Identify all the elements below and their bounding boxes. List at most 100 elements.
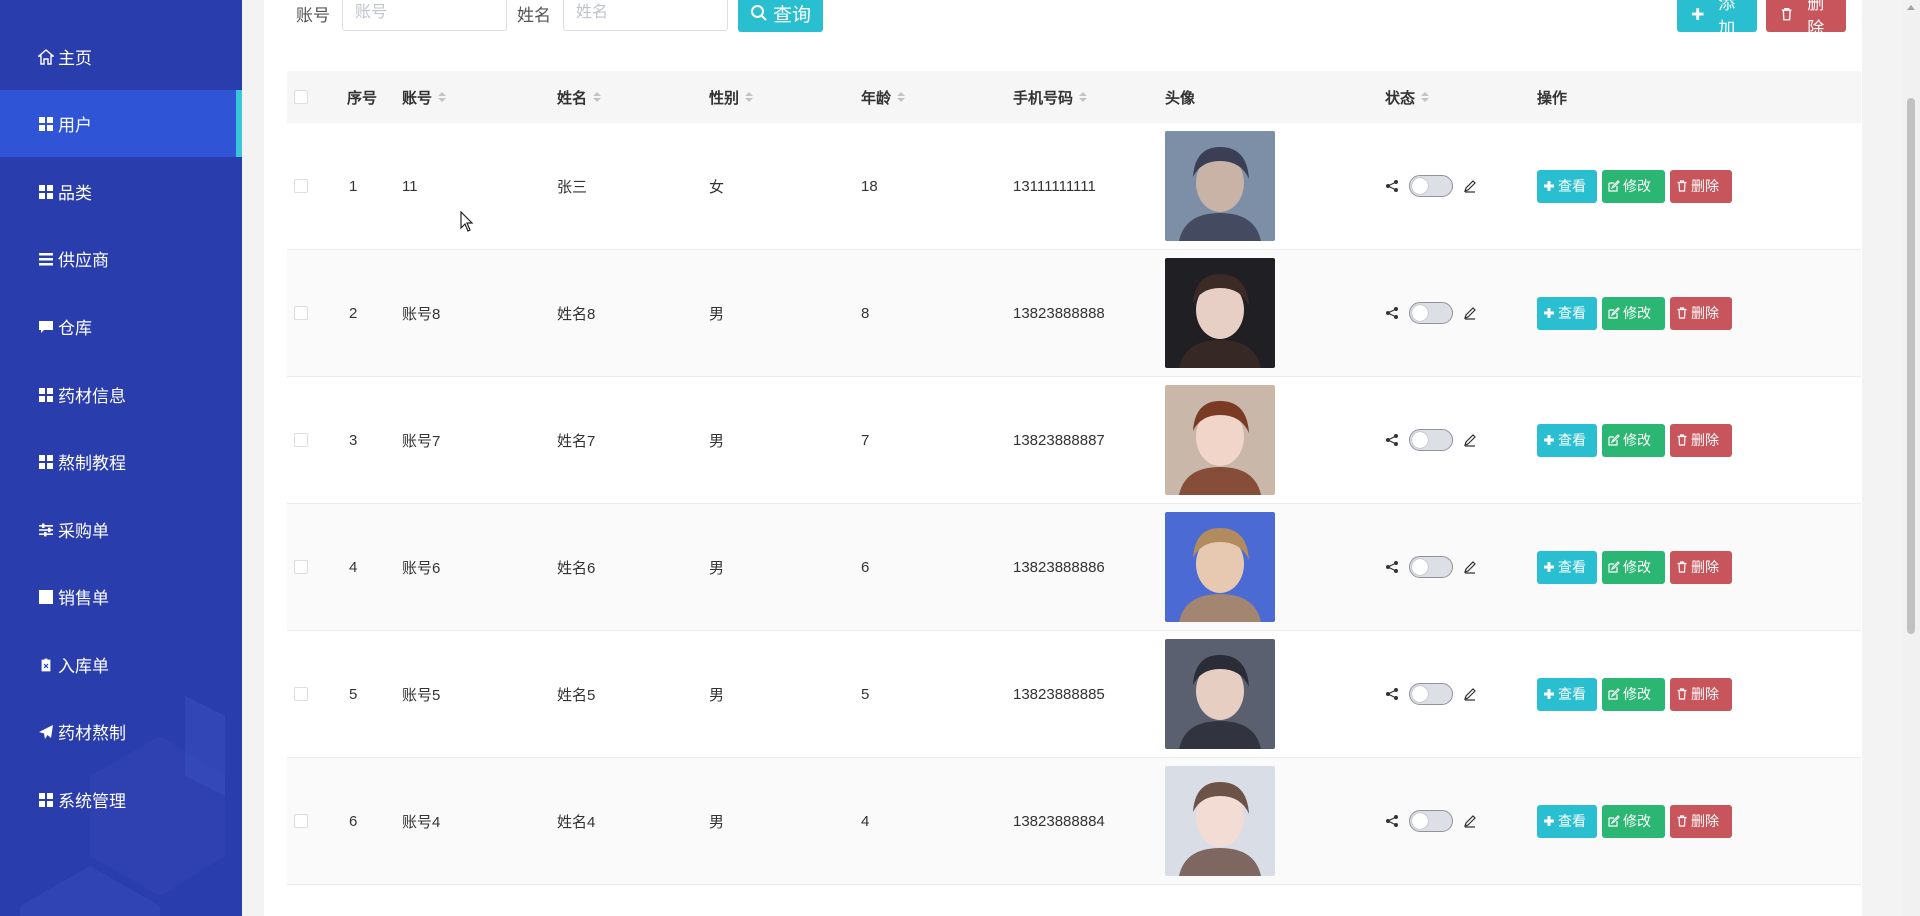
select-all-checkbox[interactable] bbox=[294, 90, 308, 104]
cell-age: 6 bbox=[861, 504, 869, 630]
avatar[interactable] bbox=[1165, 131, 1275, 241]
pencil-icon[interactable] bbox=[1463, 814, 1477, 828]
status-toggle[interactable] bbox=[1409, 556, 1453, 578]
header-avatar-label: 头像 bbox=[1165, 89, 1196, 107]
sidebar-item-sales-order[interactable]: 销售单 bbox=[0, 563, 242, 630]
header-phone[interactable]: 手机号码 bbox=[1013, 71, 1088, 123]
sidebar-item-decoction[interactable]: 药材熬制 bbox=[0, 698, 242, 765]
scroll-up-arrow-icon[interactable] bbox=[1907, 5, 1915, 10]
name-value: 姓名7 bbox=[557, 432, 596, 450]
share-icon[interactable] bbox=[1385, 433, 1399, 447]
header-gender[interactable]: 性别 bbox=[709, 71, 754, 123]
header-account[interactable]: 账号 bbox=[402, 71, 447, 123]
pencil-icon[interactable] bbox=[1463, 687, 1477, 701]
page-scrollbar[interactable] bbox=[1902, 0, 1920, 916]
cell-age: 5 bbox=[861, 631, 869, 757]
sidebar-item-category[interactable]: 品类 bbox=[0, 158, 242, 225]
edit-button[interactable]: 修改 bbox=[1602, 169, 1665, 203]
share-icon[interactable] bbox=[1385, 814, 1399, 828]
edit-icon bbox=[1608, 180, 1620, 192]
row-delete-button[interactable]: 删除 bbox=[1670, 804, 1732, 838]
row-checkbox[interactable] bbox=[294, 687, 308, 701]
view-button[interactable]: 查看 bbox=[1537, 296, 1597, 330]
row-checkbox[interactable] bbox=[294, 560, 308, 574]
view-button[interactable]: 查看 bbox=[1537, 804, 1597, 838]
status-toggle[interactable] bbox=[1409, 683, 1453, 705]
view-button[interactable]: 查看 bbox=[1537, 169, 1597, 203]
sidebar-item-supplier[interactable]: 供应商 bbox=[0, 225, 242, 292]
account-search-input[interactable] bbox=[342, 0, 507, 31]
age-value: 4 bbox=[861, 812, 870, 830]
header-account-label: 账号 bbox=[402, 89, 433, 107]
phone-value: 13823888887 bbox=[1013, 431, 1105, 449]
pencil-icon[interactable] bbox=[1463, 560, 1477, 574]
scrollbar-thumb[interactable] bbox=[1907, 98, 1915, 634]
name-search-input[interactable] bbox=[563, 0, 728, 31]
sidebar-item-tutorial[interactable]: 熬制教程 bbox=[0, 428, 242, 495]
status-toggle[interactable] bbox=[1409, 429, 1453, 451]
sidebar-item-label: 系统管理 bbox=[58, 792, 126, 811]
edit-button[interactable]: 修改 bbox=[1602, 804, 1665, 838]
pencil-icon[interactable] bbox=[1463, 179, 1477, 193]
view-button[interactable]: 查看 bbox=[1537, 423, 1597, 457]
gender-value: 男 bbox=[709, 559, 725, 577]
grid-icon bbox=[37, 115, 55, 133]
view-button[interactable]: 查看 bbox=[1537, 677, 1597, 711]
avatar[interactable] bbox=[1165, 258, 1275, 368]
gender-value: 男 bbox=[709, 305, 725, 323]
view-button[interactable]: 查看 bbox=[1537, 550, 1597, 584]
sidebar-item-system[interactable]: 系统管理 bbox=[0, 766, 242, 833]
avatar[interactable] bbox=[1165, 639, 1275, 749]
pencil-icon[interactable] bbox=[1463, 433, 1477, 447]
sidebar-item-stock-in[interactable]: 入库单 bbox=[0, 631, 242, 698]
avatar[interactable] bbox=[1165, 385, 1275, 495]
row-checkbox[interactable] bbox=[294, 433, 308, 447]
header-age[interactable]: 年龄 bbox=[861, 71, 906, 123]
add-button[interactable]: 添加 bbox=[1677, 0, 1757, 38]
share-icon[interactable] bbox=[1385, 306, 1399, 320]
age-value: 5 bbox=[861, 685, 870, 703]
cell-avatar bbox=[1165, 631, 1275, 757]
row-delete-button[interactable]: 删除 bbox=[1670, 677, 1732, 711]
cell-status bbox=[1385, 504, 1477, 630]
sidebar-item-purchase-order[interactable]: 采购单 bbox=[0, 496, 242, 563]
sidebar-item-warehouse[interactable]: 仓库 bbox=[0, 293, 242, 360]
sidebar-item-label: 供应商 bbox=[58, 251, 109, 270]
delete-button[interactable]: 删除 bbox=[1766, 0, 1846, 38]
index-value: 1 bbox=[349, 177, 358, 195]
share-icon[interactable] bbox=[1385, 687, 1399, 701]
share-icon[interactable] bbox=[1385, 179, 1399, 193]
edit-button[interactable]: 修改 bbox=[1602, 423, 1665, 457]
row-delete-button[interactable]: 删除 bbox=[1670, 296, 1732, 330]
header-status-label: 状态 bbox=[1385, 89, 1416, 107]
row-delete-button-label: 删除 bbox=[1691, 305, 1719, 321]
status-toggle[interactable] bbox=[1409, 175, 1453, 197]
header-status[interactable]: 状态 bbox=[1385, 71, 1430, 123]
pencil-icon[interactable] bbox=[1463, 306, 1477, 320]
row-checkbox[interactable] bbox=[294, 179, 308, 193]
cell-gender: 男 bbox=[709, 504, 724, 630]
status-toggle[interactable] bbox=[1409, 810, 1453, 832]
share-icon[interactable] bbox=[1385, 560, 1399, 574]
home-icon bbox=[37, 48, 55, 66]
row-delete-button[interactable]: 删除 bbox=[1670, 423, 1732, 457]
table-row: 4 账号6 姓名6 男 6 13823888886 查看 修改 删除 bbox=[287, 504, 1861, 631]
sidebar-item-home[interactable]: 主页 bbox=[0, 23, 242, 90]
sidebar-item-herb-info[interactable]: 药材信息 bbox=[0, 361, 242, 428]
row-delete-button[interactable]: 删除 bbox=[1670, 169, 1732, 203]
edit-button[interactable]: 修改 bbox=[1602, 550, 1665, 584]
cell-name: 姓名4 bbox=[557, 758, 595, 884]
query-button[interactable]: 查询 bbox=[738, 0, 824, 32]
row-checkbox[interactable] bbox=[294, 306, 308, 320]
avatar[interactable] bbox=[1165, 766, 1275, 876]
header-name[interactable]: 姓名 bbox=[557, 71, 602, 123]
edit-button[interactable]: 修改 bbox=[1602, 677, 1665, 711]
row-delete-button-label: 删除 bbox=[1691, 178, 1719, 194]
row-delete-button[interactable]: 删除 bbox=[1670, 550, 1732, 584]
status-toggle[interactable] bbox=[1409, 302, 1453, 324]
avatar[interactable] bbox=[1165, 512, 1275, 622]
edit-button[interactable]: 修改 bbox=[1602, 296, 1665, 330]
row-delete-button-label: 删除 bbox=[1691, 813, 1719, 829]
sidebar-item-users[interactable]: 用户 bbox=[0, 90, 242, 157]
row-checkbox[interactable] bbox=[294, 814, 308, 828]
